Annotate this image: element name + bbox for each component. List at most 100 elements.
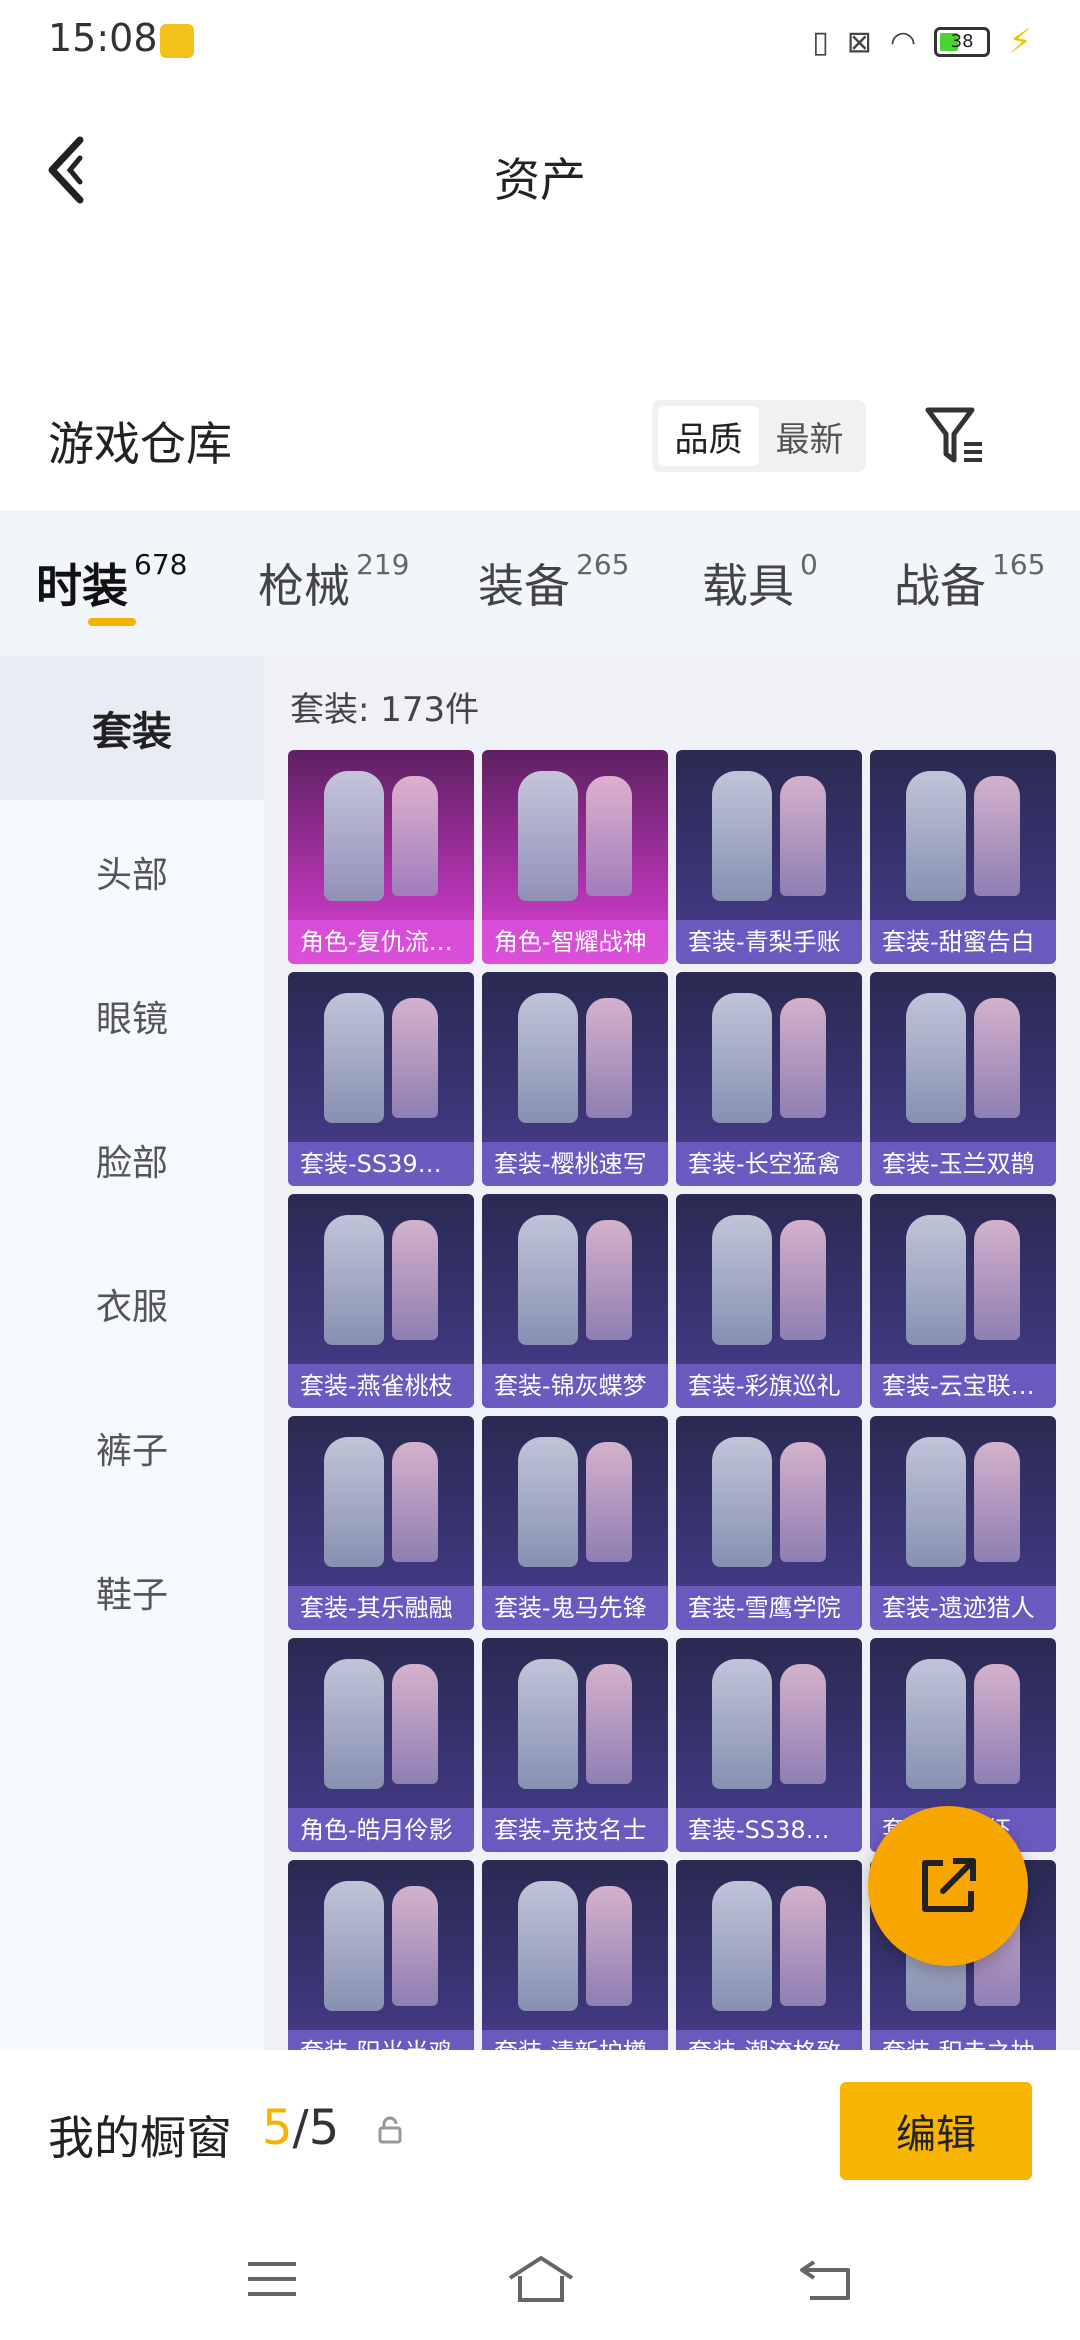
- sidebar-item-pants[interactable]: 裤子: [0, 1376, 264, 1520]
- item-thumbnail: [288, 1194, 474, 1366]
- item-card[interactable]: 角色-皓月伶影: [288, 1638, 474, 1852]
- item-name: 套装-云宝联…: [870, 1364, 1056, 1408]
- charging-icon: ⚡: [1008, 22, 1032, 62]
- showcase-count: 5/5: [262, 2100, 340, 2156]
- item-thumbnail: [482, 1416, 668, 1588]
- sidebar-item-outfit[interactable]: 套装: [0, 656, 264, 800]
- item-thumbnail: [676, 750, 862, 922]
- header: 资产: [0, 100, 1080, 240]
- item-card[interactable]: 套装-甜蜜告白: [870, 750, 1056, 964]
- sidebar-item-face[interactable]: 脸部: [0, 1088, 264, 1232]
- item-name: 套装-鬼马先锋: [482, 1586, 668, 1630]
- item-thumbnail: [288, 750, 474, 922]
- edit-button[interactable]: 编辑: [840, 2082, 1032, 2180]
- item-card[interactable]: 角色-智耀战神: [482, 750, 668, 964]
- tab-guns[interactable]: 枪械 219: [258, 548, 409, 616]
- item-card[interactable]: 套装-彩旗巡礼: [676, 1194, 862, 1408]
- item-name: 套装-青梨手账: [676, 920, 862, 964]
- tab-equipment[interactable]: 装备 265: [478, 548, 629, 616]
- item-card[interactable]: 角色-复仇流…: [288, 750, 474, 964]
- item-name: 套装-燕雀桃枝: [288, 1364, 474, 1408]
- item-card[interactable]: 套装-鬼马先锋: [482, 1416, 668, 1630]
- no-sim-icon: ⊠: [846, 24, 872, 60]
- item-card[interactable]: 套装-锦灰蝶梦: [482, 1194, 668, 1408]
- category-tabs: 时装 678 枪械 219 装备 265 载具 0 战备 165: [0, 510, 1080, 656]
- item-card[interactable]: 套装-阳光当鸡: [288, 1860, 474, 2050]
- wifi-icon: ◠: [889, 24, 917, 60]
- item-thumbnail: [870, 1416, 1056, 1588]
- item-card[interactable]: 套装-玉兰双鹊: [870, 972, 1056, 1186]
- item-card[interactable]: 套装-燕雀桃枝: [288, 1194, 474, 1408]
- tab-vehicles[interactable]: 载具 0: [702, 548, 818, 616]
- item-thumbnail: [482, 1638, 668, 1810]
- status-time: 15:08: [48, 16, 158, 60]
- item-name: 套装-积赤之抽: [870, 2030, 1056, 2050]
- sort-quality-button[interactable]: 品质: [658, 406, 759, 466]
- warehouse-title: 游戏仓库: [48, 417, 232, 471]
- item-thumbnail: [288, 1638, 474, 1810]
- item-thumbnail: [482, 750, 668, 922]
- item-name: 套装-SS38…: [676, 1808, 862, 1852]
- item-thumbnail: [676, 1416, 862, 1588]
- sidebar-item-glasses[interactable]: 眼镜: [0, 944, 264, 1088]
- item-card[interactable]: 套装-其乐融融: [288, 1416, 474, 1630]
- system-nav-bar: [0, 2220, 1080, 2340]
- item-name: 套装-竞技名士: [482, 1808, 668, 1852]
- item-name: 套装-清新护樽: [482, 2030, 668, 2050]
- item-card[interactable]: 套装-青梨手账: [676, 750, 862, 964]
- item-card[interactable]: 套装-潮流格致: [676, 1860, 862, 2050]
- item-thumbnail: [482, 1860, 668, 2032]
- item-name: 套装-玉兰双鹊: [870, 1142, 1056, 1186]
- item-thumbnail: [676, 1194, 862, 1366]
- item-card[interactable]: 套装-樱桃速写: [482, 972, 668, 1186]
- item-name: 角色-皓月伶影: [288, 1808, 474, 1852]
- item-thumbnail: [676, 972, 862, 1144]
- item-thumbnail: [288, 1860, 474, 2032]
- item-name: 套装-其乐融融: [288, 1586, 474, 1630]
- menu-icon[interactable]: [242, 2254, 302, 2304]
- filter-icon[interactable]: [922, 400, 986, 470]
- item-card[interactable]: 套装-遗迹猎人: [870, 1416, 1056, 1630]
- sort-latest-button[interactable]: 最新: [759, 406, 860, 466]
- active-tab-indicator: [88, 618, 136, 626]
- item-name: 套装-遗迹猎人: [870, 1586, 1056, 1630]
- item-thumbnail: [288, 1416, 474, 1588]
- item-thumbnail: [482, 1194, 668, 1366]
- item-thumbnail: [482, 972, 668, 1144]
- item-card[interactable]: 套装-清新护樽: [482, 1860, 668, 2050]
- item-name: 套装-SS39…: [288, 1142, 474, 1186]
- back-icon[interactable]: [796, 2254, 856, 2304]
- status-bar: 15:08 ▯ ⊠ ◠ 38 ⚡: [0, 0, 1080, 80]
- status-icons: ▯ ⊠ ◠ 38 ⚡: [812, 22, 1032, 62]
- item-card[interactable]: 套装-长空猛禽: [676, 972, 862, 1186]
- item-name: 角色-智耀战神: [482, 920, 668, 964]
- item-thumbnail: [676, 1860, 862, 2032]
- item-name: 套装-甜蜜告白: [870, 920, 1056, 964]
- showcase-panel: 我的橱窗 5/5 编辑: [0, 2050, 1080, 2220]
- item-thumbnail: [676, 1638, 862, 1810]
- item-thumbnail: [870, 750, 1056, 922]
- item-card[interactable]: 套装-雪鹰学院: [676, 1416, 862, 1630]
- item-thumbnail: [870, 972, 1056, 1144]
- item-card[interactable]: 套装-SS39…: [288, 972, 474, 1186]
- tab-fashion[interactable]: 时装 678: [36, 548, 187, 616]
- vibrate-icon: ▯: [812, 24, 829, 60]
- item-card[interactable]: 套装-SS38…: [676, 1638, 862, 1852]
- item-thumbnail: [870, 1194, 1056, 1366]
- item-count-label: 套装: 173件: [290, 690, 480, 730]
- sidebar-item-clothes[interactable]: 衣服: [0, 1232, 264, 1376]
- item-name: 套装-锦灰蝶梦: [482, 1364, 668, 1408]
- home-icon[interactable]: [506, 2254, 576, 2304]
- sidebar-item-shoes[interactable]: 鞋子: [0, 1520, 264, 1664]
- item-name: 套装-潮流格致: [676, 2030, 862, 2050]
- tab-supplies[interactable]: 战备 165: [894, 548, 1045, 616]
- item-card[interactable]: 套装-竞技名士: [482, 1638, 668, 1852]
- battery-icon: 38: [934, 27, 991, 57]
- item-card[interactable]: 套装-云宝联…: [870, 1194, 1056, 1408]
- share-button[interactable]: [868, 1806, 1028, 1966]
- lock-icon: [374, 2114, 406, 2146]
- item-name: 套装-雪鹰学院: [676, 1586, 862, 1630]
- sidebar-item-head[interactable]: 头部: [0, 800, 264, 944]
- item-name: 套装-阳光当鸡: [288, 2030, 474, 2050]
- item-name: 套装-樱桃速写: [482, 1142, 668, 1186]
